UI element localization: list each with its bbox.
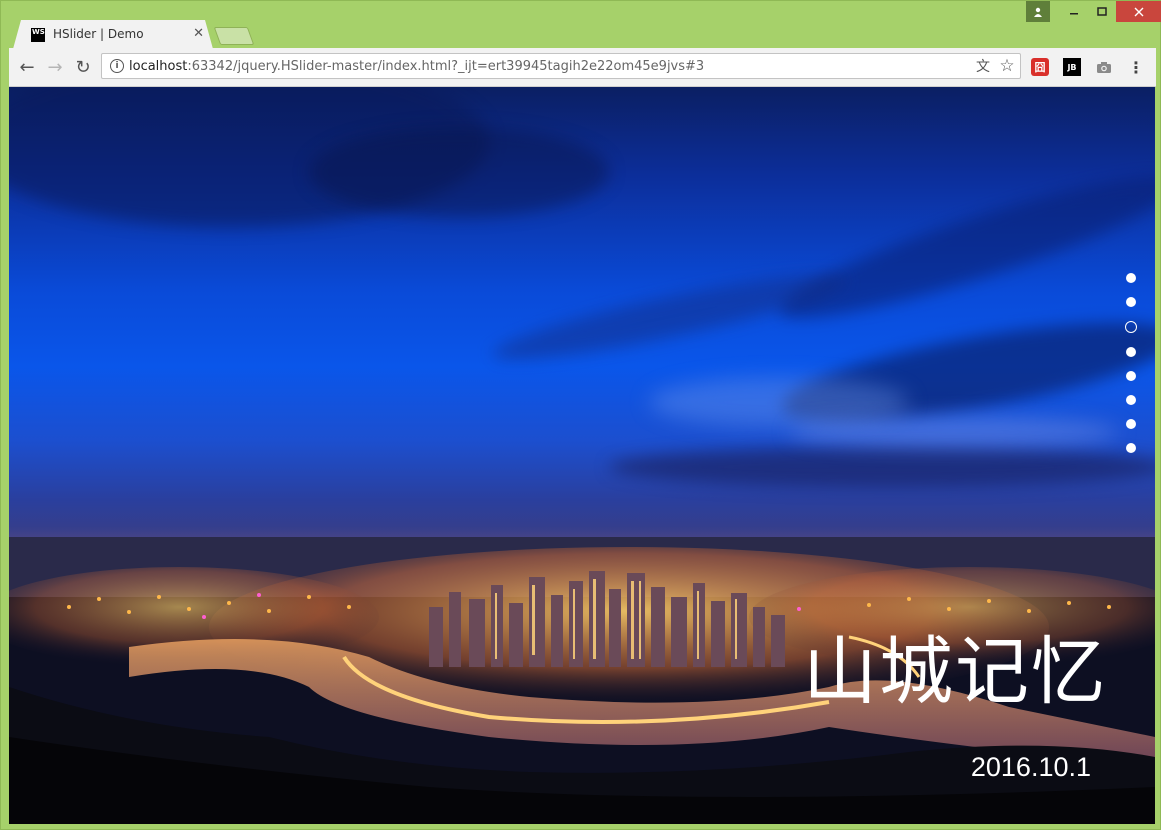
slide-date: 2016.10.1 — [970, 752, 1091, 782]
window-controls — [1026, 1, 1161, 22]
reload-icon[interactable]: ↻ — [71, 55, 95, 79]
new-tab-button[interactable] — [213, 27, 255, 45]
slider-viewport[interactable]: 山城记忆 2016.10.1 — [9, 87, 1155, 824]
address-bar[interactable]: i localhost:63342/jquery.HSlider-master/… — [101, 53, 1021, 79]
url-path: :63342/jquery.HSlider-master/index.html?… — [187, 59, 705, 74]
slider-dot-4[interactable] — [1126, 347, 1136, 357]
slider-pagination — [1125, 273, 1137, 453]
info-icon[interactable]: i — [110, 59, 124, 73]
browser-window: WS HSlider | Demo ✕ ← → ↻ i localhost:63… — [0, 0, 1161, 830]
cloud-highlight — [789, 417, 1119, 447]
slider-dot-2[interactable] — [1126, 297, 1136, 307]
forward-icon[interactable]: → — [43, 55, 67, 79]
menu-icon[interactable]: ⋮ — [1127, 58, 1145, 77]
slider-dot-7[interactable] — [1126, 419, 1136, 429]
url-text[interactable]: localhost:63342/jquery.HSlider-master/in… — [129, 59, 704, 74]
minimize-button[interactable] — [1060, 1, 1088, 22]
maximize-button[interactable] — [1088, 1, 1116, 22]
slider-dot-3-active[interactable] — [1125, 321, 1137, 333]
camera-icon[interactable] — [1095, 58, 1113, 76]
slider-dot-1[interactable] — [1126, 273, 1136, 283]
jetbrains-icon[interactable]: JB — [1063, 58, 1081, 76]
slider-dot-8[interactable] — [1126, 443, 1136, 453]
star-icon[interactable]: ☆ — [998, 56, 1016, 76]
profile-icon[interactable] — [1026, 1, 1050, 22]
translate-icon[interactable]: 文 — [974, 57, 992, 75]
slide-title: 山城记忆 — [803, 629, 1107, 715]
cloud — [609, 447, 1155, 487]
tab-close-icon[interactable]: ✕ — [193, 26, 204, 41]
red-extension-icon[interactable]: 囧 — [1031, 58, 1049, 76]
cloud — [309, 127, 609, 217]
window-close-button[interactable] — [1116, 1, 1161, 22]
tab-title: HSlider | Demo — [53, 27, 144, 41]
slider-dot-6[interactable] — [1126, 395, 1136, 405]
back-icon[interactable]: ← — [15, 55, 39, 79]
tab-hslider-demo[interactable]: WS HSlider | Demo ✕ — [13, 20, 213, 49]
webstorm-favicon-icon: WS — [31, 28, 45, 42]
title-bar: WS HSlider | Demo ✕ — [1, 1, 1161, 49]
cloud — [770, 153, 1155, 341]
slider-dot-5[interactable] — [1126, 371, 1136, 381]
url-host: localhost — [129, 59, 188, 74]
browser-toolbar: ← → ↻ i localhost:63342/jquery.HSlider-m… — [9, 48, 1156, 87]
